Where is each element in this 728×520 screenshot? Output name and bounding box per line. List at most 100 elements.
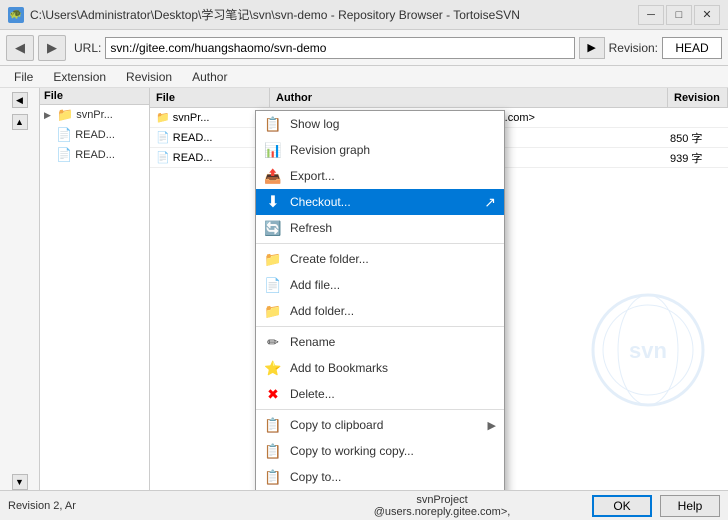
add-file-icon: 📄 (264, 276, 282, 294)
tree-item-label: READ... (75, 149, 115, 161)
copy-clipboard-icon: 📋 (264, 416, 282, 434)
copy-to-icon: 📋 (264, 468, 282, 486)
folder-icon: 📁 (57, 107, 73, 123)
file-cell-name: 📄 READ... (152, 151, 272, 164)
right-panel: File Author Revision 📁 svnPr... <8510046… (150, 88, 728, 490)
submenu-arrow-icon: ▶ (488, 419, 496, 432)
ctx-rename-label: Rename (290, 335, 496, 349)
main-content: ◀ ▲ ▼ File ▶ 📁 svnPr... 📄 READ... 📄 READ… (0, 88, 728, 490)
ctx-add-folder[interactable]: 📁 Add folder... (256, 298, 504, 324)
rename-icon: ✏ (264, 333, 282, 351)
ctx-show-log-label: Show log (290, 117, 496, 131)
minimize-button[interactable]: ─ (638, 5, 664, 25)
ctx-copy-clipboard-label: Copy to clipboard (290, 418, 480, 432)
svg-text:svn: svn (629, 338, 667, 363)
checkout-icon: ⬇ (264, 193, 282, 211)
collapse-left-button[interactable]: ◀ (12, 92, 28, 108)
ctx-checkout-label: Checkout... (290, 195, 472, 209)
ctx-copy-to[interactable]: 📋 Copy to... (256, 464, 504, 490)
ctx-checkout[interactable]: ⬇ Checkout... ↗ (256, 189, 504, 215)
ctx-add-bookmarks-label: Add to Bookmarks (290, 361, 496, 375)
scroll-down-button[interactable]: ▼ (12, 474, 28, 490)
tree-item-label: READ... (75, 129, 115, 141)
revision-input[interactable] (662, 37, 722, 59)
title-bar-controls: ─ □ ✕ (638, 5, 720, 25)
copy-working-icon: 📋 (264, 442, 282, 460)
status-project-text: svnProject (416, 494, 467, 506)
ctx-show-log[interactable]: 📋 Show log (256, 111, 504, 137)
ctx-add-folder-label: Add folder... (290, 304, 496, 318)
tree-item-svnproject[interactable]: ▶ 📁 svnPr... (40, 105, 149, 125)
ctx-delete-label: Delete... (290, 387, 496, 401)
ctx-delete[interactable]: ✖ Delete... (256, 381, 504, 407)
maximize-button[interactable]: □ (666, 5, 692, 25)
col-revision[interactable]: Revision (668, 88, 728, 107)
context-menu: 📋 Show log 📊 Revision graph 📤 Export... … (255, 110, 505, 490)
file-icon: 📄 (56, 147, 72, 163)
bookmark-icon: ⭐ (264, 359, 282, 377)
forward-button[interactable]: ▶ (38, 35, 66, 61)
ok-button[interactable]: OK (592, 495, 652, 517)
file-tree-header: File (40, 88, 149, 105)
file-cell-name: 📁 svnPr... (152, 111, 272, 124)
col-file[interactable]: File (150, 88, 270, 107)
tree-item-readme1[interactable]: 📄 READ... (40, 125, 149, 145)
tree-item-label: svnPr... (76, 109, 113, 121)
status-email-text: @users.noreply.gitee.com>, (374, 506, 511, 518)
ctx-rename[interactable]: ✏ Rename (256, 329, 504, 355)
file-cell-revision: 939 字 (666, 150, 726, 166)
ctx-export[interactable]: 📤 Export... (256, 163, 504, 189)
ctx-copy-working[interactable]: 📋 Copy to working copy... (256, 438, 504, 464)
file-cell-name: 📄 READ... (152, 131, 272, 144)
left-side-panel: ◀ ▲ ▼ (0, 88, 40, 490)
separator-3 (256, 409, 504, 410)
scroll-up-button[interactable]: ▲ (12, 114, 28, 130)
ctx-refresh-label: Refresh (290, 221, 496, 235)
ctx-refresh[interactable]: 🔄 Refresh (256, 215, 504, 241)
col-author[interactable]: Author (270, 88, 668, 107)
title-bar: 🐢 C:\Users\Administrator\Desktop\学习笔记\sv… (0, 0, 728, 30)
file-tree-panel: File ▶ 📁 svnPr... 📄 READ... 📄 READ... (40, 88, 150, 490)
url-label: URL: (74, 41, 101, 55)
url-input[interactable] (105, 37, 574, 59)
toolbar: ◀ ▶ URL: ▶ Revision: (0, 30, 728, 66)
status-bar: Revision 2, Ar svnProject @users.noreply… (0, 490, 728, 520)
ctx-copy-working-label: Copy to working copy... (290, 444, 496, 458)
ctx-add-file[interactable]: 📄 Add file... (256, 272, 504, 298)
delete-icon: ✖ (264, 385, 282, 403)
status-left-text: Revision 2, Ar (8, 500, 292, 512)
app-icon: 🐢 (8, 7, 24, 23)
url-go-button[interactable]: ▶ (579, 37, 605, 59)
file-cell-revision: 850 字 (666, 130, 726, 146)
menu-file[interactable]: File (4, 66, 43, 88)
add-folder-icon: 📁 (264, 302, 282, 320)
ctx-create-folder-label: Create folder... (290, 252, 496, 266)
svn-watermark: svn (588, 290, 708, 410)
back-button[interactable]: ◀ (6, 35, 34, 61)
menu-extension[interactable]: Extension (43, 66, 116, 88)
ctx-copy-clipboard[interactable]: 📋 Copy to clipboard ▶ (256, 412, 504, 438)
menu-author[interactable]: Author (182, 66, 237, 88)
revision-graph-icon: 📊 (264, 141, 282, 159)
refresh-icon: 🔄 (264, 219, 282, 237)
create-folder-icon: 📁 (264, 250, 282, 268)
close-button[interactable]: ✕ (694, 5, 720, 25)
ctx-revision-graph[interactable]: 📊 Revision graph (256, 137, 504, 163)
menu-revision[interactable]: Revision (116, 66, 182, 88)
ctx-add-bookmarks[interactable]: ⭐ Add to Bookmarks (256, 355, 504, 381)
file-icon: 📄 (56, 127, 72, 143)
ctx-add-file-label: Add file... (290, 278, 496, 292)
ctx-create-folder[interactable]: 📁 Create folder... (256, 246, 504, 272)
tree-expand-icon: ▶ (44, 110, 54, 121)
export-icon: 📤 (264, 167, 282, 185)
menu-bar: File Extension Revision Author (0, 66, 728, 88)
separator-1 (256, 243, 504, 244)
show-log-icon: 📋 (264, 115, 282, 133)
revision-label: Revision: (609, 41, 658, 55)
help-button[interactable]: Help (660, 495, 720, 517)
ctx-export-label: Export... (290, 169, 496, 183)
tree-item-readme2[interactable]: 📄 READ... (40, 145, 149, 165)
ctx-revision-graph-label: Revision graph (290, 143, 496, 157)
file-list-header: File Author Revision (150, 88, 728, 108)
separator-2 (256, 326, 504, 327)
